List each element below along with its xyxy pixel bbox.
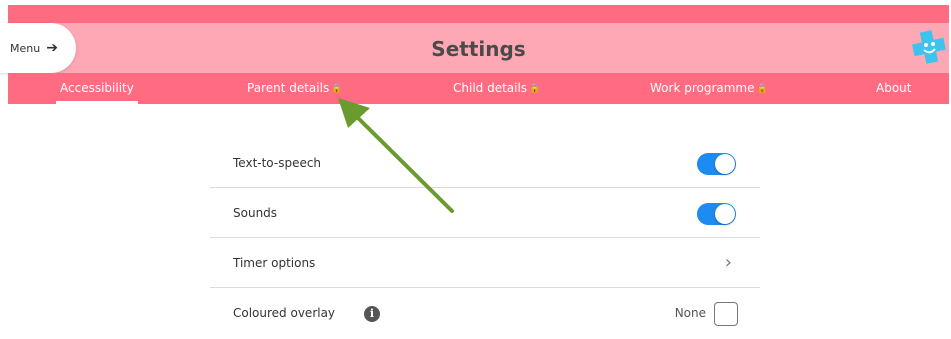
setting-label: Text-to-speech xyxy=(233,156,322,170)
tab-about[interactable]: About xyxy=(876,73,911,104)
setting-label: Timer options xyxy=(233,256,316,270)
setting-label: Coloured overlay xyxy=(233,306,336,320)
tab-work-programme[interactable]: Work programme 🔒 xyxy=(650,73,768,104)
lock-icon: 🔒 xyxy=(331,84,343,94)
setting-sounds: Sounds xyxy=(210,188,760,238)
chevron-right-icon: › xyxy=(724,252,732,273)
setting-timer-options[interactable]: Timer options › xyxy=(210,238,760,288)
setting-text-to-speech: Text-to-speech xyxy=(210,138,760,188)
sounds-toggle[interactable] xyxy=(697,203,736,225)
logo-icon xyxy=(912,30,946,64)
page-title: Settings xyxy=(431,37,526,61)
tab-child-details[interactable]: Child details 🔒 xyxy=(453,73,540,104)
settings-list: Text-to-speech Sounds Timer options › Co… xyxy=(210,138,760,338)
setting-label: Sounds xyxy=(233,206,278,220)
tab-parent-details[interactable]: Parent details 🔒 xyxy=(247,73,342,104)
tab-accessibility[interactable]: Accessibility xyxy=(56,73,138,104)
setting-coloured-overlay: Coloured overlay i None xyxy=(210,288,760,338)
info-icon[interactable]: i xyxy=(364,306,380,322)
toggle-knob xyxy=(715,204,735,224)
tab-bar: Accessibility Parent details 🔒 Child deta… xyxy=(8,73,949,104)
overlay-value: None xyxy=(674,306,706,320)
lock-icon: 🔒 xyxy=(756,84,768,94)
text-to-speech-toggle[interactable] xyxy=(697,153,736,175)
toggle-knob xyxy=(715,154,735,174)
app-header: Menu ➔ Settings xyxy=(0,23,949,73)
overlay-checkbox[interactable] xyxy=(714,302,738,326)
top-strip xyxy=(8,5,949,23)
lock-icon: 🔒 xyxy=(529,84,541,94)
